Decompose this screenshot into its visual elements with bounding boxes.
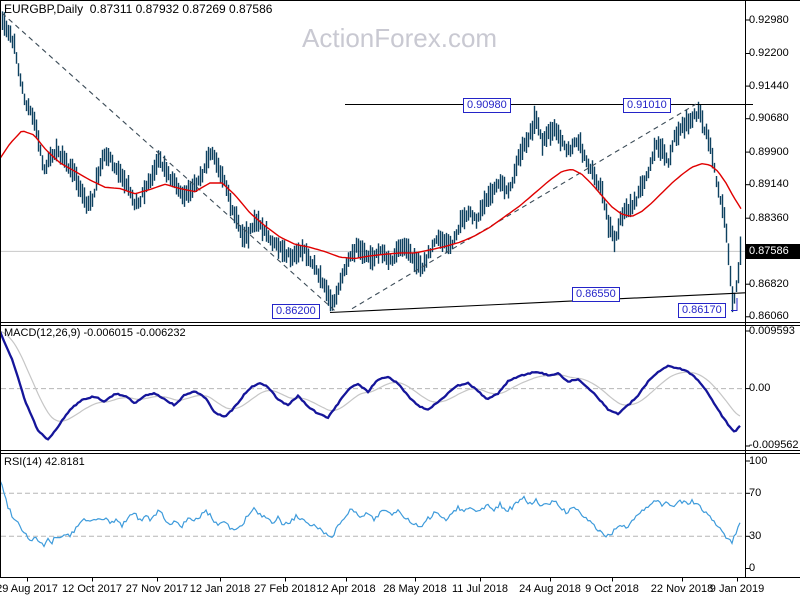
chart-window: ActionForex.com EURGBP,Daily 0.87311 0.8… — [0, 0, 800, 600]
y-axis-label: 0.89900 — [749, 145, 789, 158]
date-label: 24 Aug 2018 — [519, 583, 581, 595]
date-label: 29 Aug 2017 — [0, 583, 58, 595]
date-label: 12 Apr 2018 — [316, 583, 376, 595]
y-axis-label: 0.86060 — [749, 310, 789, 323]
y-axis-label: 100 — [749, 454, 768, 467]
price-level-label[interactable]: 0.91010 — [623, 98, 671, 113]
y-axis-label: 0.92200 — [749, 46, 789, 59]
y-axis-label: 0.009593 — [749, 324, 795, 337]
macd-panel[interactable] — [0, 325, 745, 450]
current-price-badge: 0.87586 — [746, 243, 800, 259]
date-label: 9 Jan 2019 — [709, 583, 765, 595]
y-axis-label: 70 — [749, 486, 762, 499]
date-label: 9 Oct 2018 — [585, 583, 639, 595]
price-level-label[interactable]: 0.86170 — [678, 303, 726, 318]
price-level-label[interactable]: 0.90980 — [463, 98, 511, 113]
y-axis-label: 30 — [749, 529, 762, 542]
price-level-label[interactable]: 0.86550 — [572, 287, 620, 302]
y-axis-label: -0.009562 — [749, 439, 799, 452]
y-axis-label: 0.86820 — [749, 277, 789, 290]
rsi-indicator-label: RSI(14) 42.8181 — [4, 456, 85, 468]
date-label: 22 Nov 2018 — [650, 583, 714, 595]
date-label: 28 May 2018 — [383, 583, 447, 595]
rsi-panel[interactable] — [0, 453, 745, 577]
date-label: 27 Nov 2017 — [125, 583, 189, 595]
y-axis-label: 0.92980 — [749, 13, 789, 26]
y-axis-label: 0.89140 — [749, 178, 789, 191]
date-label: 12 Oct 2017 — [62, 583, 122, 595]
ohlc-title: EURGBP,Daily 0.87311 0.87932 0.87269 0.8… — [4, 2, 273, 16]
price-level-label[interactable]: 0.86200 — [272, 304, 320, 319]
main-chart-panel[interactable] — [0, 0, 745, 322]
date-label: 12 Jan 2018 — [189, 583, 251, 595]
y-axis-label: 0.91440 — [749, 79, 789, 92]
date-label: 27 Feb 2018 — [254, 583, 316, 595]
macd-indicator-label: MACD(12,26,9) -0.006015 -0.006232 — [4, 327, 186, 339]
y-axis-label: 0.90680 — [749, 112, 789, 125]
date-label: 11 Jul 2018 — [451, 583, 509, 595]
y-axis-label: 0 — [749, 562, 756, 574]
y-axis-label: 0.88360 — [749, 211, 789, 224]
y-axis-label: 0.00 — [749, 382, 771, 395]
